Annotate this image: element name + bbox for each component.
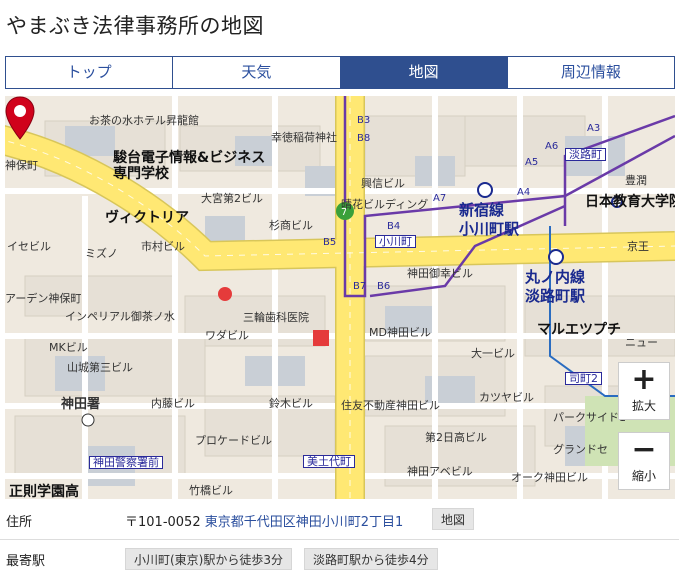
exit-b4: B4	[387, 221, 401, 232]
minus-icon: −	[631, 432, 657, 467]
label-koufuku-inari: 幸徳稲荷神社	[271, 131, 337, 144]
tab-map[interactable]: 地図	[340, 57, 508, 88]
exit-b3: B3	[357, 115, 371, 126]
label-newkanda: ニュー	[625, 336, 658, 349]
label-wada-bldg: ワダビル	[205, 329, 249, 342]
label-mizuno: ミズノ	[85, 247, 118, 260]
zoom-in-label: 拡大	[631, 399, 656, 413]
label-ogawamachi-station: 小川町駅	[459, 220, 520, 238]
label-ichimura-bldg: 市村ビル	[141, 240, 185, 253]
label-haruyaki-building: 晴花ビルディング	[341, 198, 429, 211]
zoom-out-label: 縮小	[631, 469, 656, 483]
location-pin-icon[interactable]	[5, 96, 35, 140]
label-victoria: ヴィクトリア	[105, 210, 189, 226]
map-canvas[interactable]: 7 お茶の水ホテル昇龍館 幸徳稲荷神社 駿台電子情報&ビジネス 専門学校 ヴィク…	[5, 96, 675, 499]
exit-b7: B7	[353, 281, 367, 292]
tab-bar: トップ 天気 地図 周辺情報	[5, 56, 675, 89]
label-imperial-ochanomizu: インペリアル御茶ノ水	[65, 310, 175, 323]
label-awajicho-box: 淡路町	[565, 148, 606, 161]
label-shinjuku-line: 新宿線	[459, 201, 505, 219]
label-maruetsu: マルエツプチ	[537, 322, 621, 338]
label-yamashita-bldg: 山城第三ビル	[67, 361, 133, 374]
label-mk-bldg: MKビル	[49, 341, 88, 354]
exit-a7: A7	[433, 193, 447, 204]
exit-a6: A6	[545, 141, 559, 152]
address-map-button[interactable]: 地図	[432, 508, 475, 530]
label-kyoto2: 京王	[627, 240, 649, 253]
label-shoseki-gakuen: 正則学園高	[9, 484, 79, 499]
label-prosperity: プロケードビル	[195, 434, 272, 447]
label-toyo: 豊潤	[625, 174, 647, 187]
zoom-out-button[interactable]: − 縮小	[618, 432, 670, 490]
label-ogawamachi-box: 小川町	[375, 235, 416, 248]
zoom-in-button[interactable]: + 拡大	[618, 362, 670, 420]
exit-a4: A4	[517, 187, 531, 198]
label-iseiru: イセビル	[7, 240, 51, 253]
label-yamato-first: 大宮第2ビル	[201, 192, 263, 205]
label-kanda-police: 神田署	[61, 397, 101, 412]
label-tsukasacho-box: 司町2	[565, 372, 602, 385]
address-value: 〒101-0052 東京都千代田区神田小川町2丁目1	[125, 511, 403, 530]
tab-top[interactable]: トップ	[6, 57, 174, 88]
label-kanda-keisatsu: 神田警察署前	[89, 456, 163, 469]
label-oak-kanda: オーク神田ビル	[511, 471, 588, 484]
label-kanda-2chome: 第2日高ビル	[425, 431, 487, 444]
label-md-kanda: MD神田ビル	[369, 326, 431, 339]
label-naito-bldg: 内藤ビル	[151, 397, 195, 410]
label-sundai-school-2: 専門学校	[113, 166, 169, 182]
label-mitoyo: 美土代町	[303, 455, 355, 468]
tab-nearby[interactable]: 周辺情報	[507, 57, 674, 88]
label-kanda-gozen: 神田御幸ビル	[407, 267, 473, 280]
route-ogawamachi-button[interactable]: 小川町(東京)駅から徒歩3分	[125, 548, 292, 570]
label-takehashi: 竹橋ビル	[189, 484, 233, 497]
label-arden-jinbocho: アーデン神保町	[5, 292, 82, 305]
plus-icon: +	[631, 362, 657, 397]
label-kanda-avenue: 神田アベビル	[407, 465, 473, 478]
exit-a3: A3	[587, 123, 601, 134]
label-jinbocho: 神保町	[5, 159, 38, 172]
postal-code: 〒101-0052	[125, 515, 201, 530]
nearest-heading: 最寄駅	[6, 554, 46, 569]
nearest-station-row: 最寄駅 小川町(東京)駅から徒歩3分 淡路町駅から徒歩4分	[0, 540, 679, 579]
label-ikuta-bldg: 興信ビル	[361, 177, 405, 190]
exit-a5: A5	[525, 157, 539, 168]
address-link[interactable]: 東京都千代田区神田小川町2丁目1	[205, 515, 404, 530]
label-awajicho-station: 淡路町駅	[525, 287, 586, 305]
label-sanwa-dental: 三輪歯科医院	[243, 311, 309, 324]
label-daiichi-bldg: 大一ビル	[471, 347, 515, 360]
label-kasuya-bldg: カツヤビル	[479, 391, 534, 404]
exit-b5: B5	[323, 237, 337, 248]
label-suzuki-bldg: 鈴木ビル	[269, 397, 313, 410]
label-japan-edu: 日本教育大学院	[585, 194, 675, 210]
label-ochanomizu-hotel: お茶の水ホテル昇龍館	[89, 114, 199, 127]
label-grand-center: グランドセ	[553, 443, 608, 456]
address-row: 住所 〒101-0052 東京都千代田区神田小川町2丁目1 地図	[0, 500, 679, 540]
address-heading: 住所	[6, 515, 33, 530]
label-park-side: パークサイド1	[553, 411, 626, 424]
tab-weather[interactable]: 天気	[173, 57, 341, 88]
page-title: やまぶき法律事務所の地図	[6, 14, 264, 38]
label-sumitomo-kanda: 住友不動産神田ビル	[341, 399, 440, 412]
label-marunouchi-line: 丸ノ内線	[525, 268, 586, 286]
label-sundai-school: 駿台電子情報&ビジネス	[113, 150, 266, 166]
exit-b6: B6	[377, 281, 391, 292]
label-sugiyama: 杉商ビル	[269, 219, 313, 232]
exit-b8: B8	[357, 133, 371, 144]
route-awajicho-button[interactable]: 淡路町駅から徒歩4分	[304, 548, 438, 570]
